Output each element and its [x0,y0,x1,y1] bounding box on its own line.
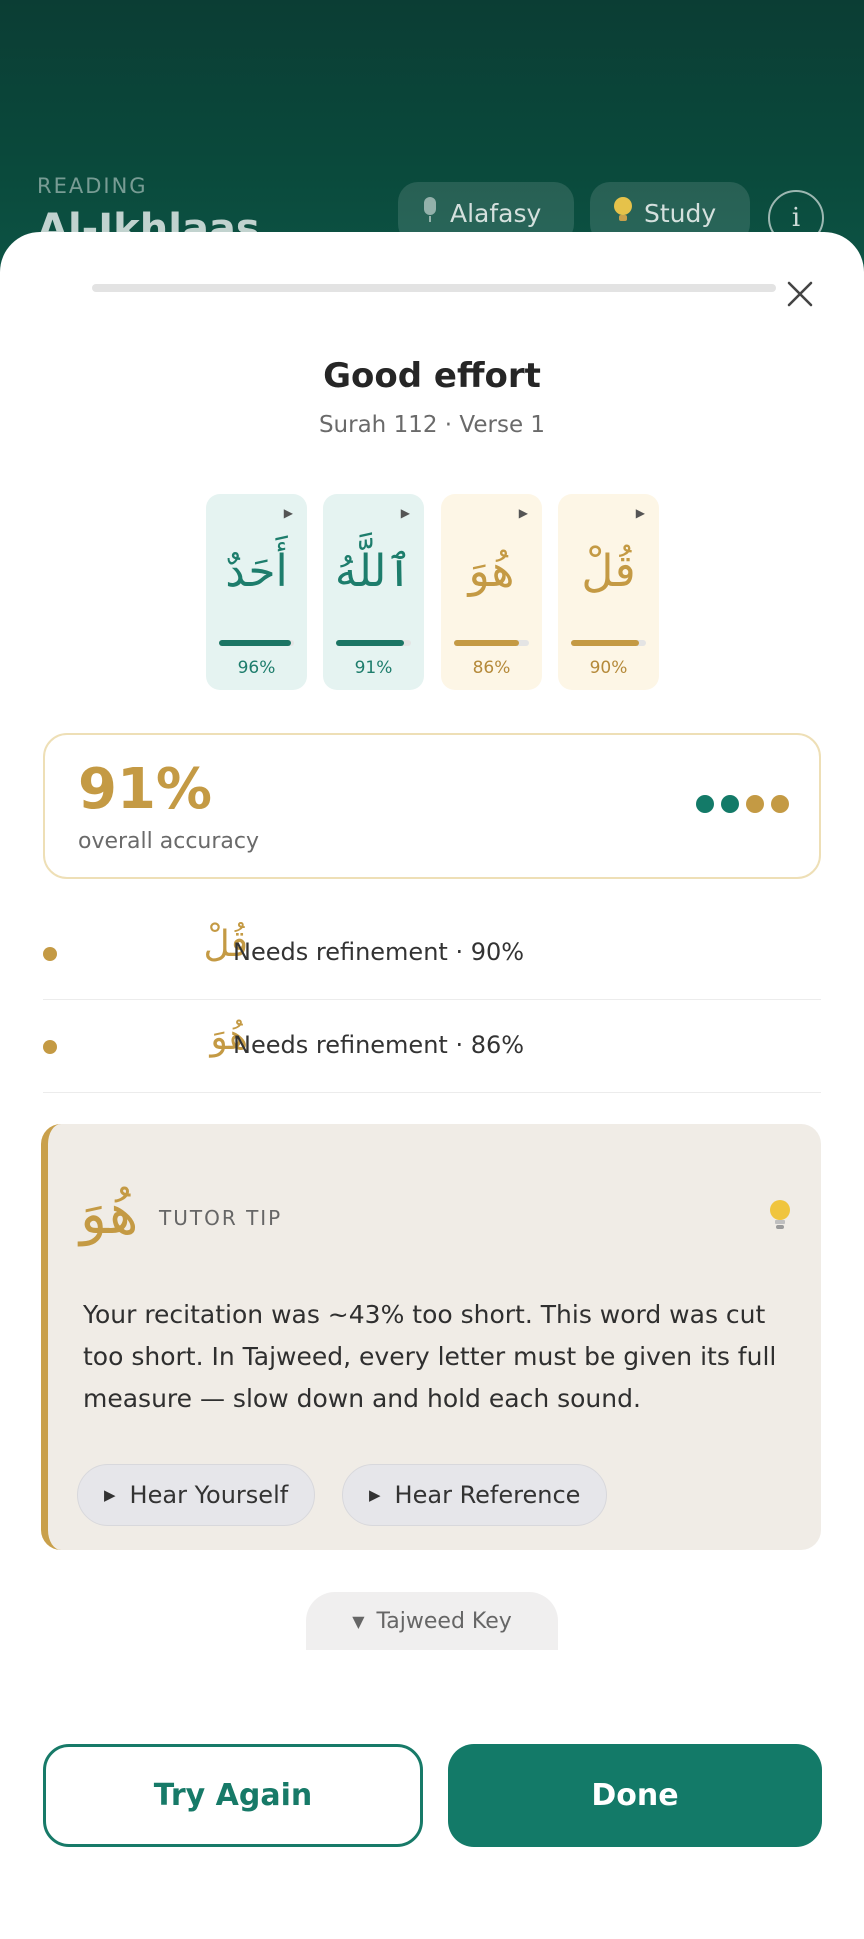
word-score-fill [336,640,405,646]
accuracy-label: overall accuracy [78,829,260,854]
results-sheet: Good effort Surah 112 · Verse 1 ▶ أَحَدٌ… [0,232,864,1939]
tip-arabic: هُوَ [80,1182,139,1247]
tip-body: Your recitation was ~43% too short. This… [83,1300,777,1413]
play-icon[interactable]: ▶ [284,506,293,520]
play-icon[interactable]: ▶ [519,506,528,520]
reciter-label: Alafasy [450,198,542,228]
verse-reference: Surah 112 · Verse 1 [318,412,546,438]
accuracy-dots [696,795,789,813]
tajweed-key-label: Tajweed Key [376,1608,512,1634]
lightbulb-icon [767,1198,793,1236]
accuracy-value: 91% [78,757,213,822]
word-score-bar [336,640,411,646]
tutor-tip-card: هُوَ TUTOR TIP Your recitation was ~43% … [41,1124,821,1550]
word-arabic: ٱللَّهُ [334,546,413,597]
accuracy-dot [771,795,789,813]
play-icon: ▶ [104,1486,116,1504]
word-score: 96% [237,658,276,678]
accuracy-card: 91% overall accuracy [43,733,821,879]
accuracy-dot [696,795,714,813]
word-card[interactable]: ▶ هُوَ 86% [441,494,542,690]
hear-yourself-button[interactable]: ▶ Hear Yourself [77,1464,316,1526]
tip-label: TUTOR TIP [159,1206,283,1230]
try-again-button[interactable]: Try Again [43,1744,423,1847]
word-card[interactable]: ▶ ٱللَّهُ 91% [323,494,424,690]
word-arabic: هُوَ [468,546,515,597]
word-score-fill [571,640,639,646]
word-score: 86% [472,658,511,678]
status-dot [43,1040,57,1054]
hear-reference-button[interactable]: ▶ Hear Reference [342,1464,608,1526]
issue-text: Needs refinement · 90% [233,938,525,966]
word-card[interactable]: ▶ أَحَدٌ 96% [206,494,307,690]
issue-row[interactable]: قُلْ Needs refinement · 90% [43,908,821,1000]
hear-reference-label: Hear Reference [394,1481,581,1509]
close-button[interactable] [780,274,820,314]
progress-track [92,284,776,292]
tajweed-key-toggle[interactable]: ▼ Tajweed Key [306,1592,558,1650]
issue-row[interactable]: هُوَ Needs refinement · 86% [43,1001,821,1093]
issue-text: Needs refinement · 86% [233,1031,525,1059]
hear-yourself-label: Hear Yourself [129,1481,289,1509]
play-icon[interactable]: ▶ [401,506,410,520]
word-score: 90% [589,658,628,678]
word-arabic: قُلْ [581,546,636,597]
reading-label: READING [37,174,148,198]
word-score-fill [219,640,291,646]
done-button[interactable]: Done [448,1744,822,1847]
play-icon: ▶ [369,1486,381,1504]
chevron-down-icon: ▼ [352,1611,365,1631]
lightbulb-icon [612,195,634,231]
accuracy-dot [746,795,764,813]
word-score-bar [454,640,529,646]
result-heading: Good effort [323,356,541,396]
study-label: Study [644,198,717,228]
play-icon[interactable]: ▶ [636,506,645,520]
microphone-icon [420,195,440,231]
word-score-bar [219,640,294,646]
word-card[interactable]: ▶ قُلْ 90% [558,494,659,690]
word-score-bar [571,640,646,646]
word-score-fill [454,640,519,646]
close-icon [787,281,813,307]
status-dot [43,947,57,961]
word-arabic: أَحَدٌ [225,546,288,597]
accuracy-dot [721,795,739,813]
word-score: 91% [354,658,393,678]
